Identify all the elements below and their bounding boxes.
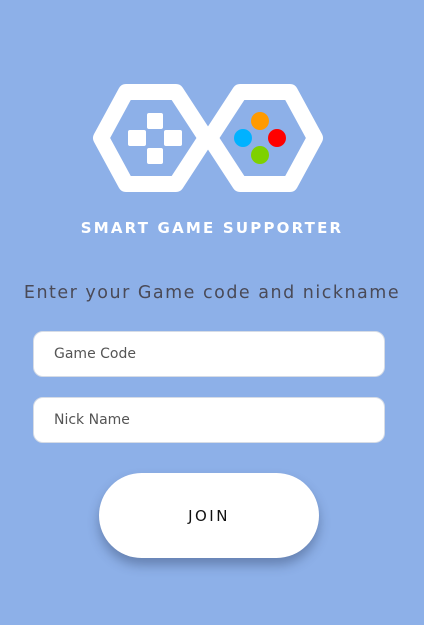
join-prompt: Enter your Game code and nickname: [23, 283, 401, 303]
dpad-icon: [128, 113, 182, 164]
app-title: SMART GAME SUPPORTER: [80, 219, 344, 237]
orange-button-icon: [251, 112, 269, 130]
logo-right-hexagon: [202, 84, 323, 192]
green-button-icon: [251, 146, 269, 164]
blue-button-icon: [234, 129, 252, 147]
game-code-input[interactable]: [33, 331, 385, 377]
red-button-icon: [268, 129, 286, 147]
game-controller-logo-icon: [93, 84, 323, 192]
join-button[interactable]: JOIN: [99, 473, 319, 558]
nickname-input[interactable]: [33, 397, 385, 443]
logo-left-hexagon: [93, 84, 214, 192]
